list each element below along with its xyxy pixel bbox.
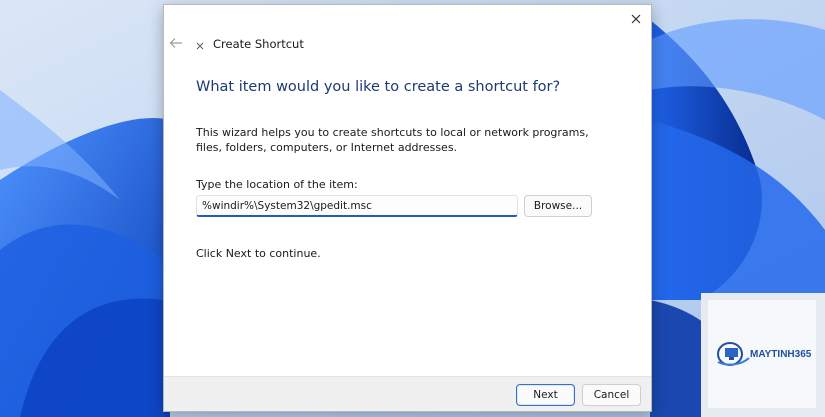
back-button[interactable] <box>167 35 185 51</box>
close-icon <box>631 14 641 24</box>
brand-name: MAYTINH365 <box>750 349 812 360</box>
location-input[interactable] <box>196 195 518 217</box>
cancel-button[interactable]: Cancel <box>582 384 641 406</box>
back-arrow-icon <box>169 38 182 48</box>
location-label: Type the location of the item: <box>196 178 358 191</box>
dialog-footer: Next Cancel <box>164 376 651 411</box>
close-button[interactable] <box>625 8 647 30</box>
wizard-heading: What item would you like to create a sho… <box>196 79 561 95</box>
shortcut-app-icon <box>195 41 205 51</box>
create-shortcut-dialog: Create Shortcut What item would you like… <box>163 4 652 412</box>
browse-button[interactable]: Browse... <box>524 195 592 217</box>
next-button[interactable]: Next <box>516 384 575 406</box>
wizard-description: This wizard helps you to create shortcut… <box>196 126 589 154</box>
brand-logo-icon <box>717 342 750 366</box>
dialog-title: Create Shortcut <box>213 37 304 51</box>
continue-instruction: Click Next to continue. <box>196 247 321 260</box>
